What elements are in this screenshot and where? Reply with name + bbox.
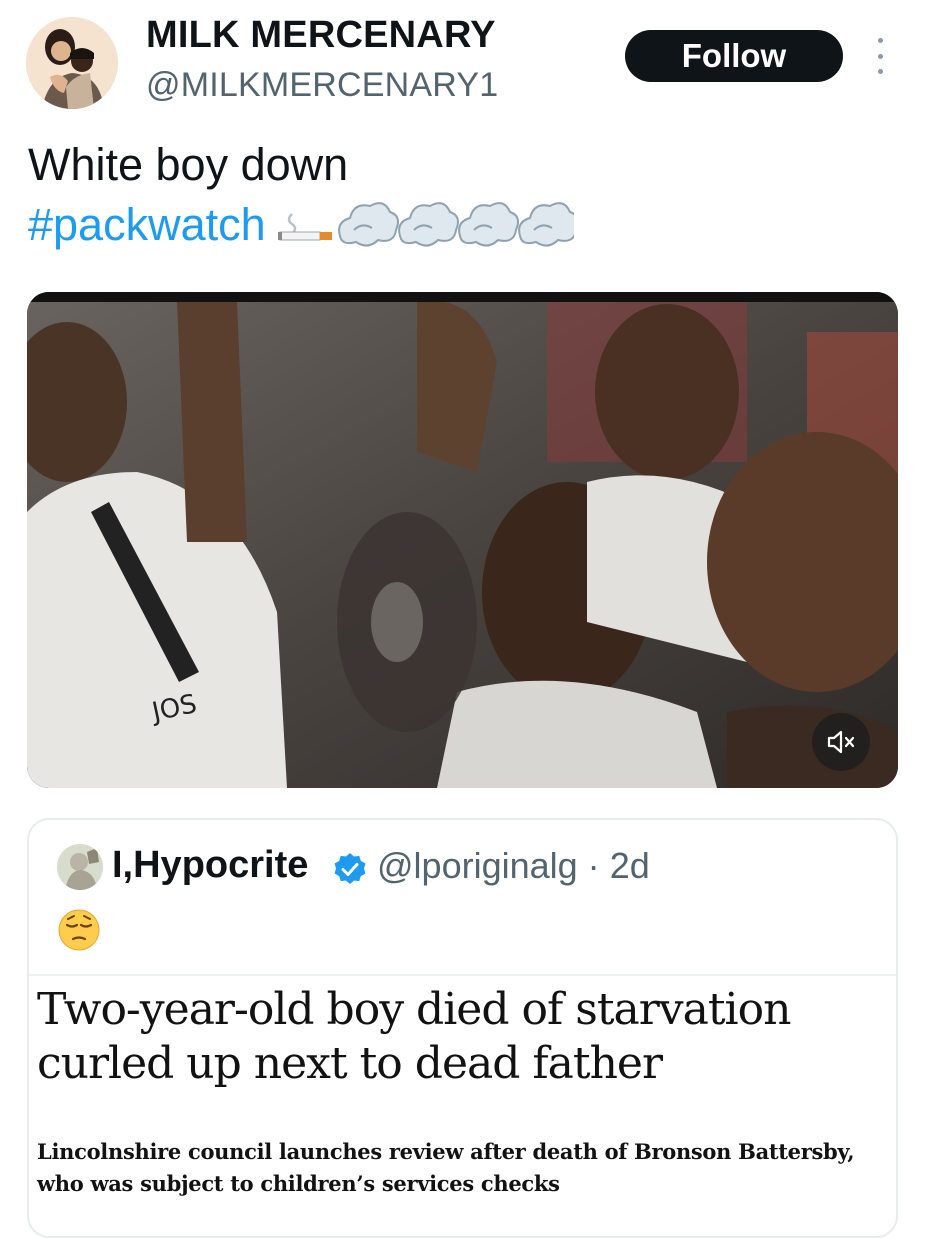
quoted-author-handle[interactable]: @lporiginalg	[377, 845, 578, 886]
media-top-edge	[27, 292, 898, 302]
more-options-icon[interactable]	[872, 38, 888, 74]
article-image-border	[29, 974, 896, 976]
quoted-author-meta: @lporiginalg · 2d	[377, 845, 650, 887]
follow-button[interactable]: Follow	[625, 30, 843, 82]
video-thumbnail[interactable]: JOS	[27, 292, 898, 788]
cigarette-emoji-icon	[277, 213, 332, 241]
video-frame-image: JOS	[27, 292, 898, 788]
dash-emoji-icon	[337, 202, 574, 247]
verified-badge-icon	[334, 853, 366, 884]
speaker-muted-icon[interactable]	[812, 713, 870, 771]
emoji-row	[277, 196, 574, 254]
author-handle[interactable]: @MILKMERCENARY1	[146, 66, 498, 105]
statue-avatar-icon	[57, 844, 103, 890]
meta-separator: ·	[587, 845, 600, 886]
hashtag-line: #packwatch	[28, 194, 574, 256]
author-avatar[interactable]	[26, 17, 118, 109]
hashtag-link[interactable]: #packwatch	[28, 196, 266, 254]
quoted-tweet-card[interactable]: I,Hypocrite @lporiginalg · 2d Two-year-o…	[27, 818, 898, 1238]
quoted-author-name[interactable]: I,Hypocrite	[112, 844, 308, 887]
article-standfirst: Lincolnshire council launches review aft…	[37, 1139, 855, 1196]
dot	[877, 53, 883, 59]
quoted-tweet-time[interactable]: 2d	[610, 845, 650, 886]
tweet-text: White boy down #packwatch	[28, 136, 574, 256]
tweet-text-line: White boy down	[28, 139, 349, 190]
dot	[877, 38, 883, 43]
quoted-author-avatar[interactable]	[57, 844, 103, 890]
article-headline: Two-year-old boy died of starvation curl…	[37, 984, 791, 1089]
profile-avatar-couple-icon	[26, 17, 118, 109]
author-display-name[interactable]: MILK MERCENARY	[146, 14, 496, 57]
dot	[877, 69, 883, 74]
pensive-face-emoji-icon	[58, 909, 100, 951]
